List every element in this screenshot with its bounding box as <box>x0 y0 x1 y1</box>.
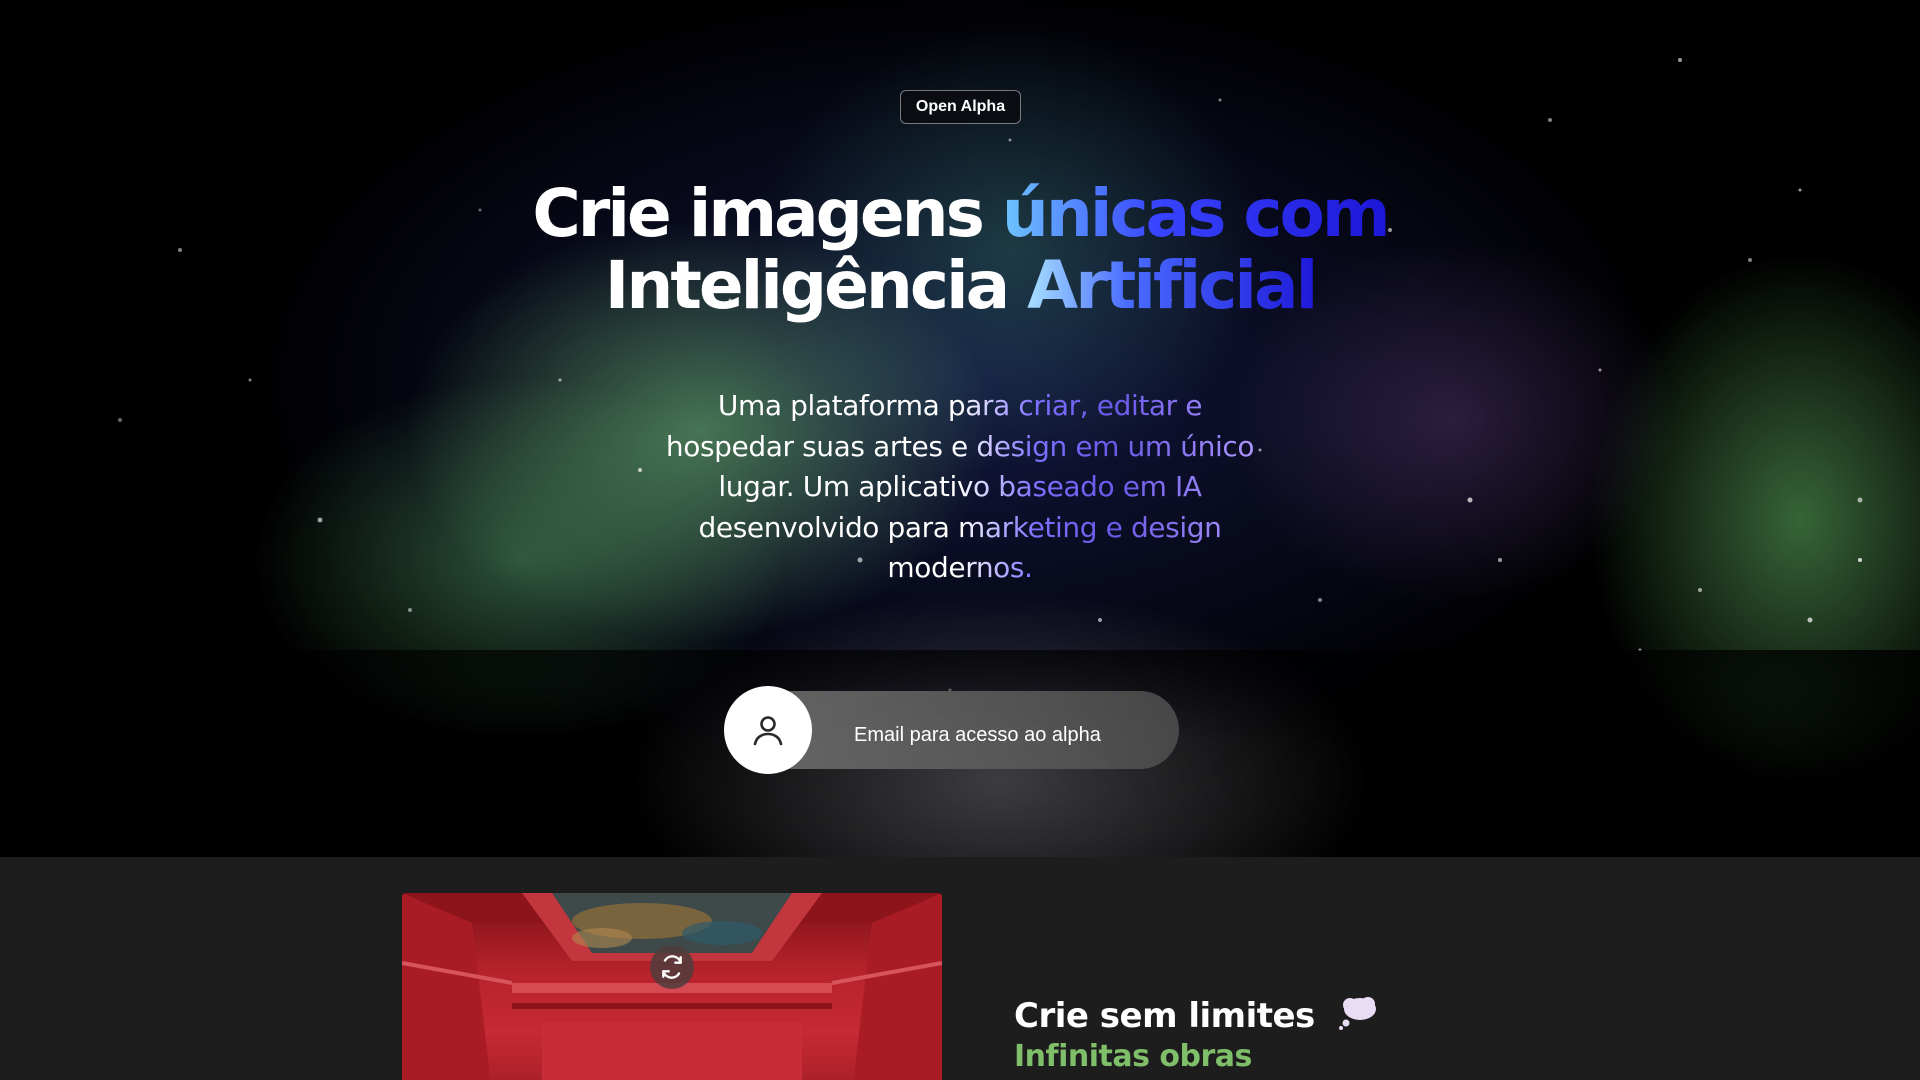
feature-title-text: Crie sem limites <box>1014 996 1315 1036</box>
headline-line1-gradient: únicas com <box>1001 175 1391 252</box>
hero-headline: Crie imagens únicas com Inteligência Art… <box>460 178 1460 322</box>
refresh-icon <box>662 955 682 979</box>
refresh-button[interactable] <box>650 945 694 989</box>
email-avatar-button[interactable] <box>724 686 812 774</box>
generated-art-card[interactable] <box>402 893 942 1080</box>
hero-section: Open Alpha Crie imagens únicas com Intel… <box>0 0 1920 857</box>
open-alpha-badge: Open Alpha <box>900 90 1021 124</box>
user-icon <box>753 716 783 746</box>
headline-line2-gradient: Artificial <box>1027 247 1318 324</box>
email-input[interactable] <box>854 711 1184 759</box>
email-pill[interactable] <box>754 691 1184 769</box>
email-signup <box>724 686 1184 774</box>
headline-line2-white: Inteligência <box>604 247 1028 324</box>
feature-section: Crie sem limites Infinitas obras <box>0 857 1920 1080</box>
feature-subtitle: Infinitas obras <box>1014 1039 1252 1074</box>
headline-line1-white: Crie imagens <box>532 175 1002 252</box>
hero-subtitle: Uma plataforma para criar, editar e hosp… <box>650 386 1270 589</box>
thought-bubble-icon <box>1339 997 1377 1030</box>
feature-title: Crie sem limites <box>1014 995 1378 1036</box>
